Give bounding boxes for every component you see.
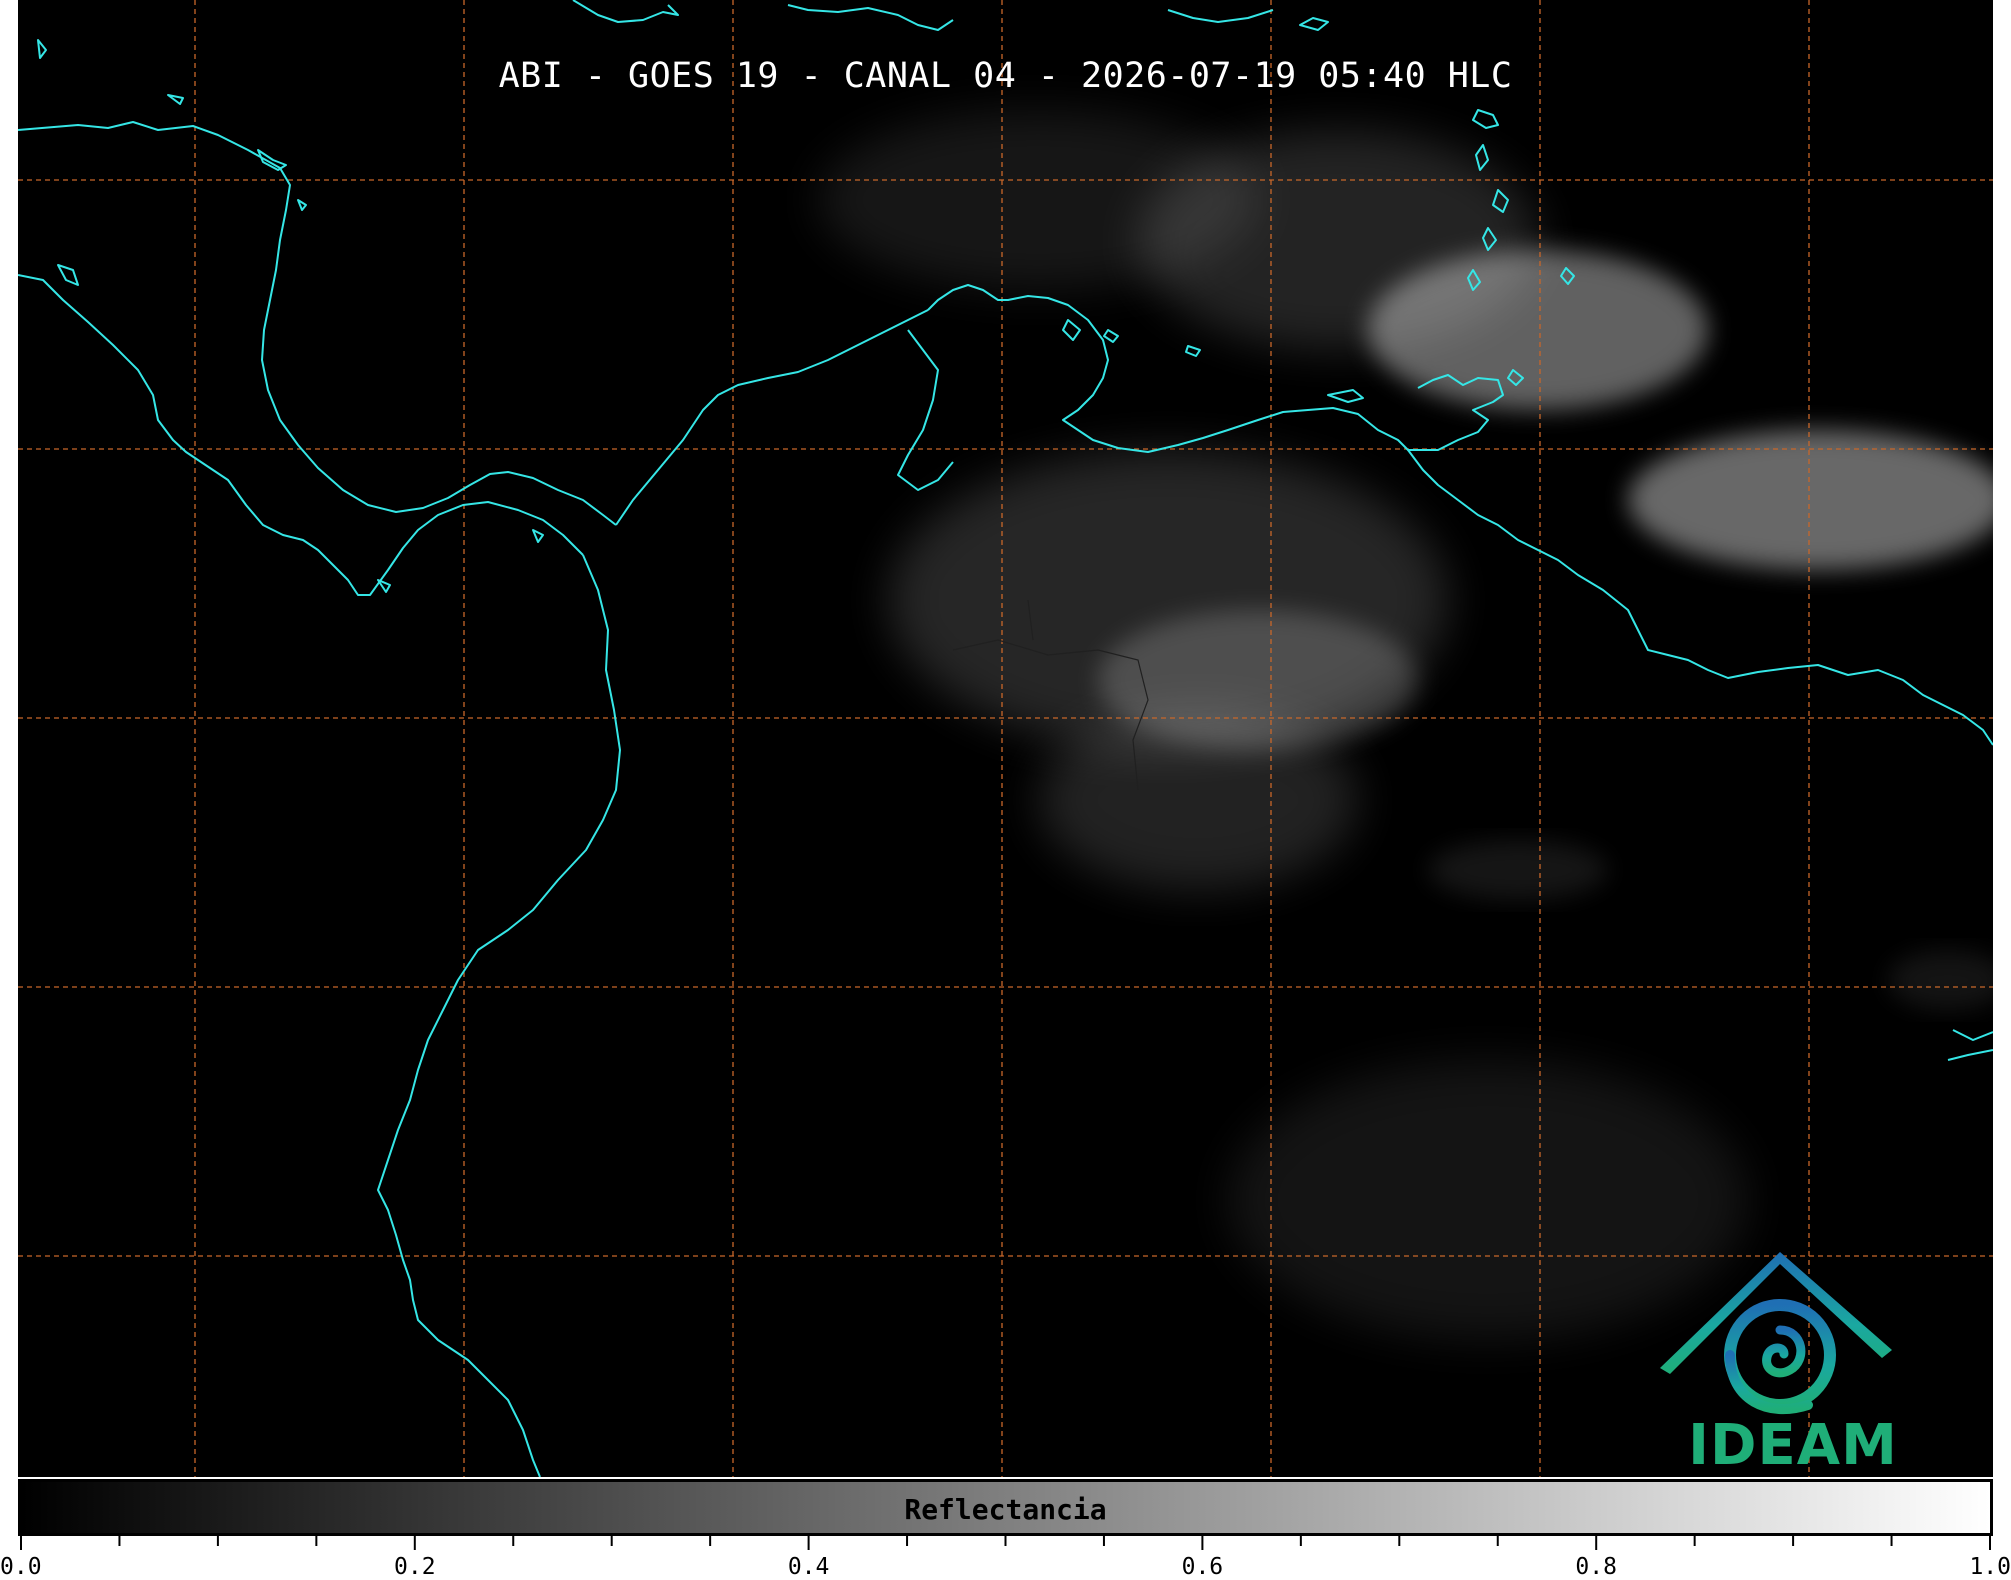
coastline-gulf-uraba	[615, 309, 929, 526]
colorbar-tick-label: 0.4	[787, 1554, 830, 1580]
coastline-island	[787, 4, 954, 31]
ideam-logo-text: IDEAM	[1688, 1413, 1898, 1477]
colorbar-tick-label: 0.8	[1575, 1554, 1617, 1580]
colorbar-tick-label: 0.0	[0, 1554, 42, 1580]
cloud-field	[1368, 250, 1708, 410]
colorbar-tick-label: 0.6	[1181, 1554, 1224, 1580]
coastline-island	[167, 94, 184, 105]
coastline-guajira	[897, 329, 954, 491]
coastline-island	[1299, 17, 1329, 31]
coastline-central-america	[18, 121, 617, 526]
coastline-island	[532, 529, 544, 543]
cloud-layer	[818, 110, 1993, 1340]
map-title: ABI - GOES 19 - CANAL 04 - 2026-07-19 05…	[498, 56, 1513, 96]
colorbar-axis	[20, 1536, 1991, 1550]
satellite-map-panel: ABI - GOES 19 - CANAL 04 - 2026-07-19 05…	[18, 0, 1993, 1477]
colorbar-label: Reflectancia	[904, 1493, 1107, 1526]
satellite-image-figure: ABI - GOES 19 - CANAL 04 - 2026-07-19 05…	[0, 0, 2011, 1580]
coastline-island	[1472, 109, 1499, 129]
coastline-island	[1062, 319, 1081, 341]
coastline-island	[1185, 345, 1201, 357]
logo-roof-mark	[1660, 1252, 1892, 1374]
coastline-pacific-central-america	[18, 274, 584, 596]
logo-swirl-inner	[1762, 1325, 1806, 1378]
colorbar-tick-label: 1.0	[1969, 1554, 2011, 1580]
coastline-island	[1952, 1029, 1993, 1041]
coastline-island	[377, 579, 391, 593]
coastline-island	[57, 264, 79, 286]
coastline-island	[1167, 9, 1274, 23]
coastline-colombia-pacific	[377, 554, 621, 1477]
coastline-island	[1103, 329, 1119, 343]
coastline-island	[1947, 1049, 1993, 1061]
coastline-island	[297, 199, 307, 211]
colorbar-tick-label: 0.2	[394, 1554, 436, 1580]
reflectance-colorbar: Reflectancia	[18, 1479, 1993, 1536]
cloud-field	[1628, 430, 1993, 570]
cloud-field	[1038, 710, 1358, 890]
coastline-island	[257, 149, 287, 171]
coastline-island	[1327, 389, 1364, 403]
coastline-island	[572, 0, 679, 23]
cloud-field	[1428, 840, 1608, 900]
cloud-field	[1888, 950, 1993, 1010]
